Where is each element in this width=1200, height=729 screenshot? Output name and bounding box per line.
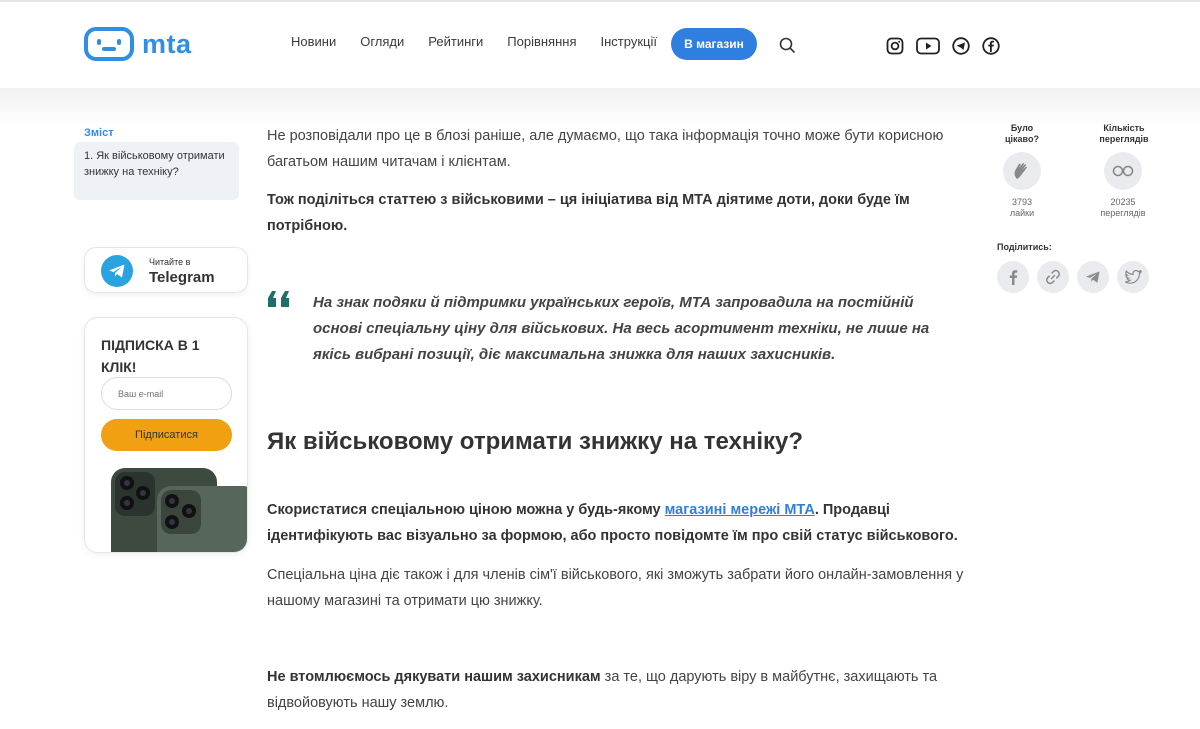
- article-paragraph: Спеціальна ціна діє також і для членів с…: [267, 567, 964, 609]
- article-paragraph-bold: Скористатися спеціальною ціною можна у б…: [267, 502, 958, 544]
- article-paragraph: Не втомлюємось дякувати нашим захисникам…: [267, 669, 938, 711]
- logo-icon: [84, 27, 134, 61]
- views-count: 20235: [1110, 197, 1136, 207]
- subscribe-title: ПІДПИСКА В 1 КЛІК!: [101, 337, 200, 375]
- social-links: [885, 36, 1001, 56]
- share-title: Поділитись:: [997, 242, 1052, 252]
- likes-label: Було цікаво?: [1005, 123, 1039, 144]
- share-telegram-button[interactable]: [1077, 261, 1109, 293]
- phones-image: [111, 468, 247, 552]
- nav-comparisons[interactable]: Порівняння: [507, 34, 576, 49]
- facebook-icon[interactable]: [981, 36, 1001, 56]
- instagram-icon[interactable]: [885, 36, 905, 56]
- likes-unit: лайки: [1009, 208, 1035, 218]
- like-button[interactable]: [1003, 152, 1041, 190]
- facebook-icon: [1009, 270, 1018, 285]
- logo-text: mta: [142, 28, 192, 59]
- article-paragraph: Не розповідали про це в блозі раніше, ал…: [267, 128, 944, 170]
- share-twitter-button[interactable]: [1117, 261, 1149, 293]
- views-label: Кількість переглядів: [1099, 123, 1149, 144]
- nav-news[interactable]: Новини: [291, 34, 336, 49]
- likes-count: 3793: [1011, 197, 1033, 207]
- telegram-card[interactable]: Читайте в Telegram: [84, 247, 248, 293]
- glasses-icon: [1112, 165, 1134, 177]
- clap-icon: [1014, 163, 1027, 179]
- telegram-icon: [101, 255, 133, 287]
- youtube-icon[interactable]: [915, 36, 941, 56]
- article-heading: Як військовому отримати знижку на технік…: [267, 428, 804, 455]
- views-badge: [1104, 152, 1142, 190]
- nav-reviews[interactable]: Огляди: [360, 34, 404, 49]
- email-field[interactable]: [101, 377, 232, 410]
- share-facebook-button[interactable]: [997, 261, 1029, 293]
- article-paragraph-bold: Тож поділіться статтею з військовими – ц…: [267, 192, 910, 234]
- search-icon[interactable]: [779, 37, 795, 53]
- twitter-icon: [1124, 269, 1142, 284]
- quote-icon: [268, 291, 289, 307]
- header-shadow: [0, 88, 1200, 128]
- shop-button[interactable]: В магазин: [671, 28, 757, 60]
- toc-title: Зміст: [84, 127, 114, 139]
- nav-ratings[interactable]: Рейтинги: [428, 34, 483, 49]
- share-link-button[interactable]: [1037, 261, 1069, 293]
- article-quote: На знак подяки й підтримки українських г…: [313, 294, 930, 363]
- telegram-icon[interactable]: [951, 36, 971, 56]
- stores-link[interactable]: магазині мережі МТА: [665, 502, 815, 518]
- views-unit: переглядів: [1100, 208, 1146, 218]
- telegram-label-small: Читайте в: [149, 257, 191, 267]
- subscribe-card: ПІДПИСКА В 1 КЛІК! Підписатися: [84, 317, 248, 553]
- subscribe-button[interactable]: Підписатися: [101, 419, 232, 451]
- main-nav: Новини Огляди Рейтинги Порівняння Інстру…: [291, 34, 681, 49]
- logo[interactable]: mta: [84, 27, 192, 61]
- link-icon: [1045, 269, 1061, 285]
- site-header: mta Новини Огляди Рейтинги Порівняння Ін…: [0, 2, 1200, 88]
- nav-instructions[interactable]: Інструкції: [601, 34, 657, 49]
- toc-item[interactable]: 1. Як військовому отримати знижку на тех…: [74, 142, 239, 200]
- telegram-label: Telegram: [149, 269, 215, 286]
- share-buttons: [997, 261, 1149, 293]
- telegram-icon: [1086, 271, 1100, 283]
